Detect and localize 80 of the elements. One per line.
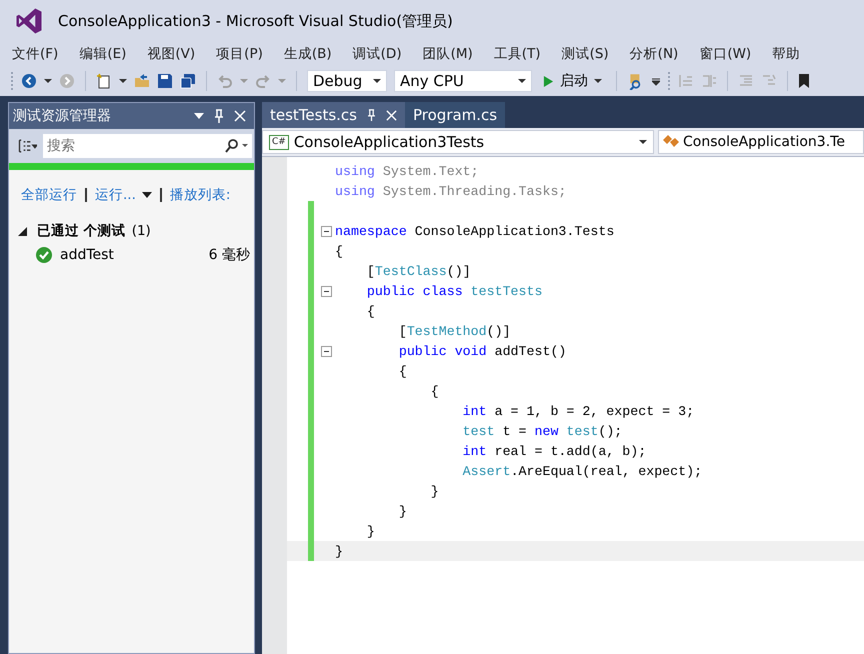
caret-icon[interactable]: [119, 77, 127, 85]
window-title: ConsoleApplication3 - Microsoft Visual Studio(管理员): [58, 12, 453, 30]
caret-icon: [373, 77, 381, 85]
close-icon[interactable]: [386, 110, 397, 120]
code-line: }: [335, 544, 343, 558]
caret-icon: [639, 138, 647, 146]
project-dropdown[interactable]: C# ConsoleApplication3Tests: [262, 130, 654, 154]
caret-icon[interactable]: [44, 77, 52, 85]
type-dropdown[interactable]: ConsoleApplication3.Te: [658, 130, 864, 154]
pin-icon[interactable]: [367, 109, 376, 121]
menu-item[interactable]: 窗口(W): [689, 45, 762, 63]
test-duration: 6 毫秒: [208, 246, 250, 264]
code-line: using System.Text;: [335, 164, 479, 178]
comment-lines-icon: [738, 73, 754, 89]
code-line: public class testTests: [366, 284, 542, 298]
caret-icon[interactable]: [194, 112, 204, 120]
collapse-icon[interactable]: [321, 286, 332, 296]
code-line: {: [398, 364, 407, 378]
menu-item[interactable]: 生成(B): [274, 45, 343, 63]
outdent-icon: [701, 73, 717, 89]
logo-icon: [14, 6, 44, 36]
code-line: public void addTest(): [398, 344, 566, 358]
start-button[interactable]: 启动: [539, 72, 606, 90]
play-icon: [543, 74, 554, 88]
caret-icon: [142, 191, 152, 199]
collapse-icon[interactable]: [321, 346, 332, 356]
close-icon[interactable]: [234, 110, 246, 122]
back-icon[interactable]: [21, 73, 37, 89]
caret-icon: [594, 77, 602, 85]
collapse-icon[interactable]: [321, 226, 332, 236]
menu-item[interactable]: 文件(F): [2, 45, 70, 63]
code-line: int a = 1, b = 2, expect = 3;: [462, 404, 694, 418]
panel-title: 测试资源管理器: [13, 107, 112, 125]
code-line: using System.Threading.Tasks;: [335, 184, 566, 198]
save-icon[interactable]: [157, 73, 173, 89]
pin-icon[interactable]: [214, 109, 224, 123]
code-line: [TestMethod()]: [398, 324, 511, 338]
code-line: {: [366, 304, 375, 318]
editor-tab[interactable]: testTests.cs: [262, 102, 405, 128]
new-item-icon[interactable]: [96, 73, 112, 89]
indent-icon: [678, 73, 694, 89]
code-line: [TestClass()]: [366, 264, 471, 278]
menu-item[interactable]: 测试(S): [552, 45, 620, 63]
menu-item[interactable]: 工具(T): [484, 45, 552, 63]
run-link[interactable]: 运行...: [95, 186, 152, 204]
code-line: test t = new test();: [462, 424, 622, 438]
configuration-dropdown[interactable]: Debug: [307, 70, 387, 92]
menu-item[interactable]: 分析(N): [620, 45, 690, 63]
save-all-icon[interactable]: [180, 73, 196, 89]
code-line: {: [430, 384, 439, 398]
run-link[interactable]: 全部运行: [21, 186, 77, 204]
search-box[interactable]: 搜索: [43, 134, 252, 158]
platform-dropdown[interactable]: Any CPU: [394, 70, 532, 92]
code-line: }: [398, 504, 407, 518]
group-label: 已通过 个测试: [37, 222, 126, 240]
code-line: int real = t.add(a, b);: [462, 444, 646, 458]
editor-tab[interactable]: Program.cs: [405, 102, 506, 128]
folder-icon[interactable]: [134, 73, 150, 89]
run-link[interactable]: 播放列表:: [170, 186, 230, 204]
caret-icon: [518, 77, 526, 85]
menu-item[interactable]: 编辑(E): [69, 45, 138, 63]
group-count: (1): [132, 223, 151, 239]
bookmark-icon[interactable]: [798, 73, 810, 89]
menu-item[interactable]: 团队(M): [412, 45, 484, 63]
expander-icon[interactable]: [17, 226, 27, 236]
code-line: Assert.AreEqual(real, expect);: [462, 464, 702, 478]
code-line: }: [430, 484, 439, 498]
overflow-icon[interactable]: [652, 76, 660, 86]
menu-item[interactable]: 调试(D): [342, 45, 413, 63]
code-line: namespace ConsoleApplication3.Tests: [335, 224, 614, 238]
test-name[interactable]: addTest: [60, 247, 201, 263]
code-line: {: [335, 244, 343, 258]
class-icon: [662, 134, 680, 150]
menu-item[interactable]: 帮助: [762, 45, 812, 63]
search-icon[interactable]: [225, 139, 249, 153]
menu-item[interactable]: 项目(P): [206, 45, 274, 63]
group-by-icon[interactable]: [17, 138, 37, 154]
file-type-badge: C#: [269, 134, 289, 150]
menu-item[interactable]: 视图(V): [137, 45, 206, 63]
code-line: }: [366, 524, 375, 538]
